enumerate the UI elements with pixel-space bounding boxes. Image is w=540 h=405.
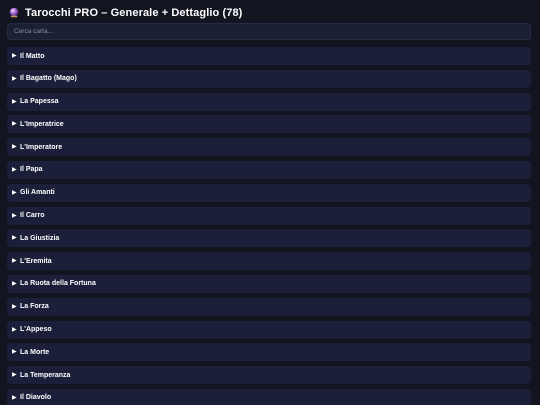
card-label: La Temperanza	[20, 371, 71, 379]
crystal-ball-icon	[8, 7, 20, 19]
caret-right-icon: ▶	[12, 144, 17, 151]
card-row[interactable]: ▶ L'Appeso	[7, 320, 531, 339]
card-row[interactable]: ▶ La Temperanza	[7, 366, 531, 385]
card-row[interactable]: ▶ Il Matto	[7, 47, 531, 65]
card-label: L'Appeso	[20, 326, 52, 334]
card-row[interactable]: ▶ Il Bagatto (Mago)	[7, 69, 531, 88]
card-row[interactable]: ▶ L'Eremita	[7, 252, 531, 271]
caret-right-icon: ▶	[12, 75, 17, 82]
card-label: Il Matto	[20, 52, 45, 60]
caret-right-icon: ▶	[12, 212, 17, 219]
card-row[interactable]: ▶ Il Diavolo	[7, 388, 531, 405]
caret-right-icon: ▶	[12, 189, 17, 196]
caret-right-icon: ▶	[12, 258, 17, 265]
card-row[interactable]: ▶ L'Imperatore	[7, 138, 531, 157]
caret-right-icon: ▶	[12, 280, 17, 287]
card-label: Il Papa	[20, 166, 43, 174]
card-label: La Forza	[20, 303, 49, 311]
card-row[interactable]: ▶ Il Papa	[7, 160, 531, 179]
card-label: Il Bagatto (Mago)	[20, 75, 77, 83]
page-title: Tarocchi PRO – Generale + Dettaglio (78)	[25, 7, 243, 19]
card-label: Gli Amanti	[20, 189, 55, 197]
card-label: La Papessa	[20, 98, 59, 106]
caret-right-icon: ▶	[12, 303, 17, 310]
caret-right-icon: ▶	[12, 121, 17, 128]
search-input[interactable]	[7, 23, 531, 40]
caret-right-icon: ▶	[12, 349, 17, 356]
card-label: L'Eremita	[20, 257, 52, 265]
card-label: L'Imperatrice	[20, 120, 64, 128]
card-row[interactable]: ▶ La Papessa	[7, 92, 531, 111]
card-label: Il Diavolo	[20, 394, 52, 402]
card-row[interactable]: ▶ La Morte	[7, 343, 531, 362]
card-row[interactable]: ▶ Gli Amanti	[7, 183, 531, 202]
card-row[interactable]: ▶ L'Imperatrice	[7, 115, 531, 134]
card-row[interactable]: ▶ Il Carro	[7, 206, 531, 225]
caret-right-icon: ▶	[12, 53, 17, 59]
caret-right-icon: ▶	[12, 235, 17, 242]
card-list: ▶ Il Matto ▶ Il Bagatto (Mago) ▶ La Papessa ▶ L…	[7, 47, 531, 405]
caret-right-icon: ▶	[12, 98, 17, 105]
app-window: Tarocchi PRO – Generale + Dettaglio (78)…	[0, 0, 540, 405]
caret-right-icon: ▶	[12, 372, 17, 379]
card-label: La Giustizia	[20, 234, 60, 242]
header: Tarocchi PRO – Generale + Dettaglio (78)	[0, 1, 540, 25]
card-row[interactable]: ▶ La Ruota della Fortuna	[7, 274, 531, 293]
card-label: Il Carro	[20, 212, 45, 220]
caret-right-icon: ▶	[12, 326, 17, 333]
card-label: La Morte	[20, 348, 50, 356]
caret-right-icon: ▶	[12, 166, 17, 173]
card-row[interactable]: ▶ La Giustizia	[7, 229, 531, 248]
card-label: L'Imperatore	[20, 143, 63, 151]
caret-right-icon: ▶	[12, 394, 17, 401]
card-label: La Ruota della Fortuna	[20, 280, 96, 288]
card-row[interactable]: ▶ La Forza	[7, 297, 531, 316]
